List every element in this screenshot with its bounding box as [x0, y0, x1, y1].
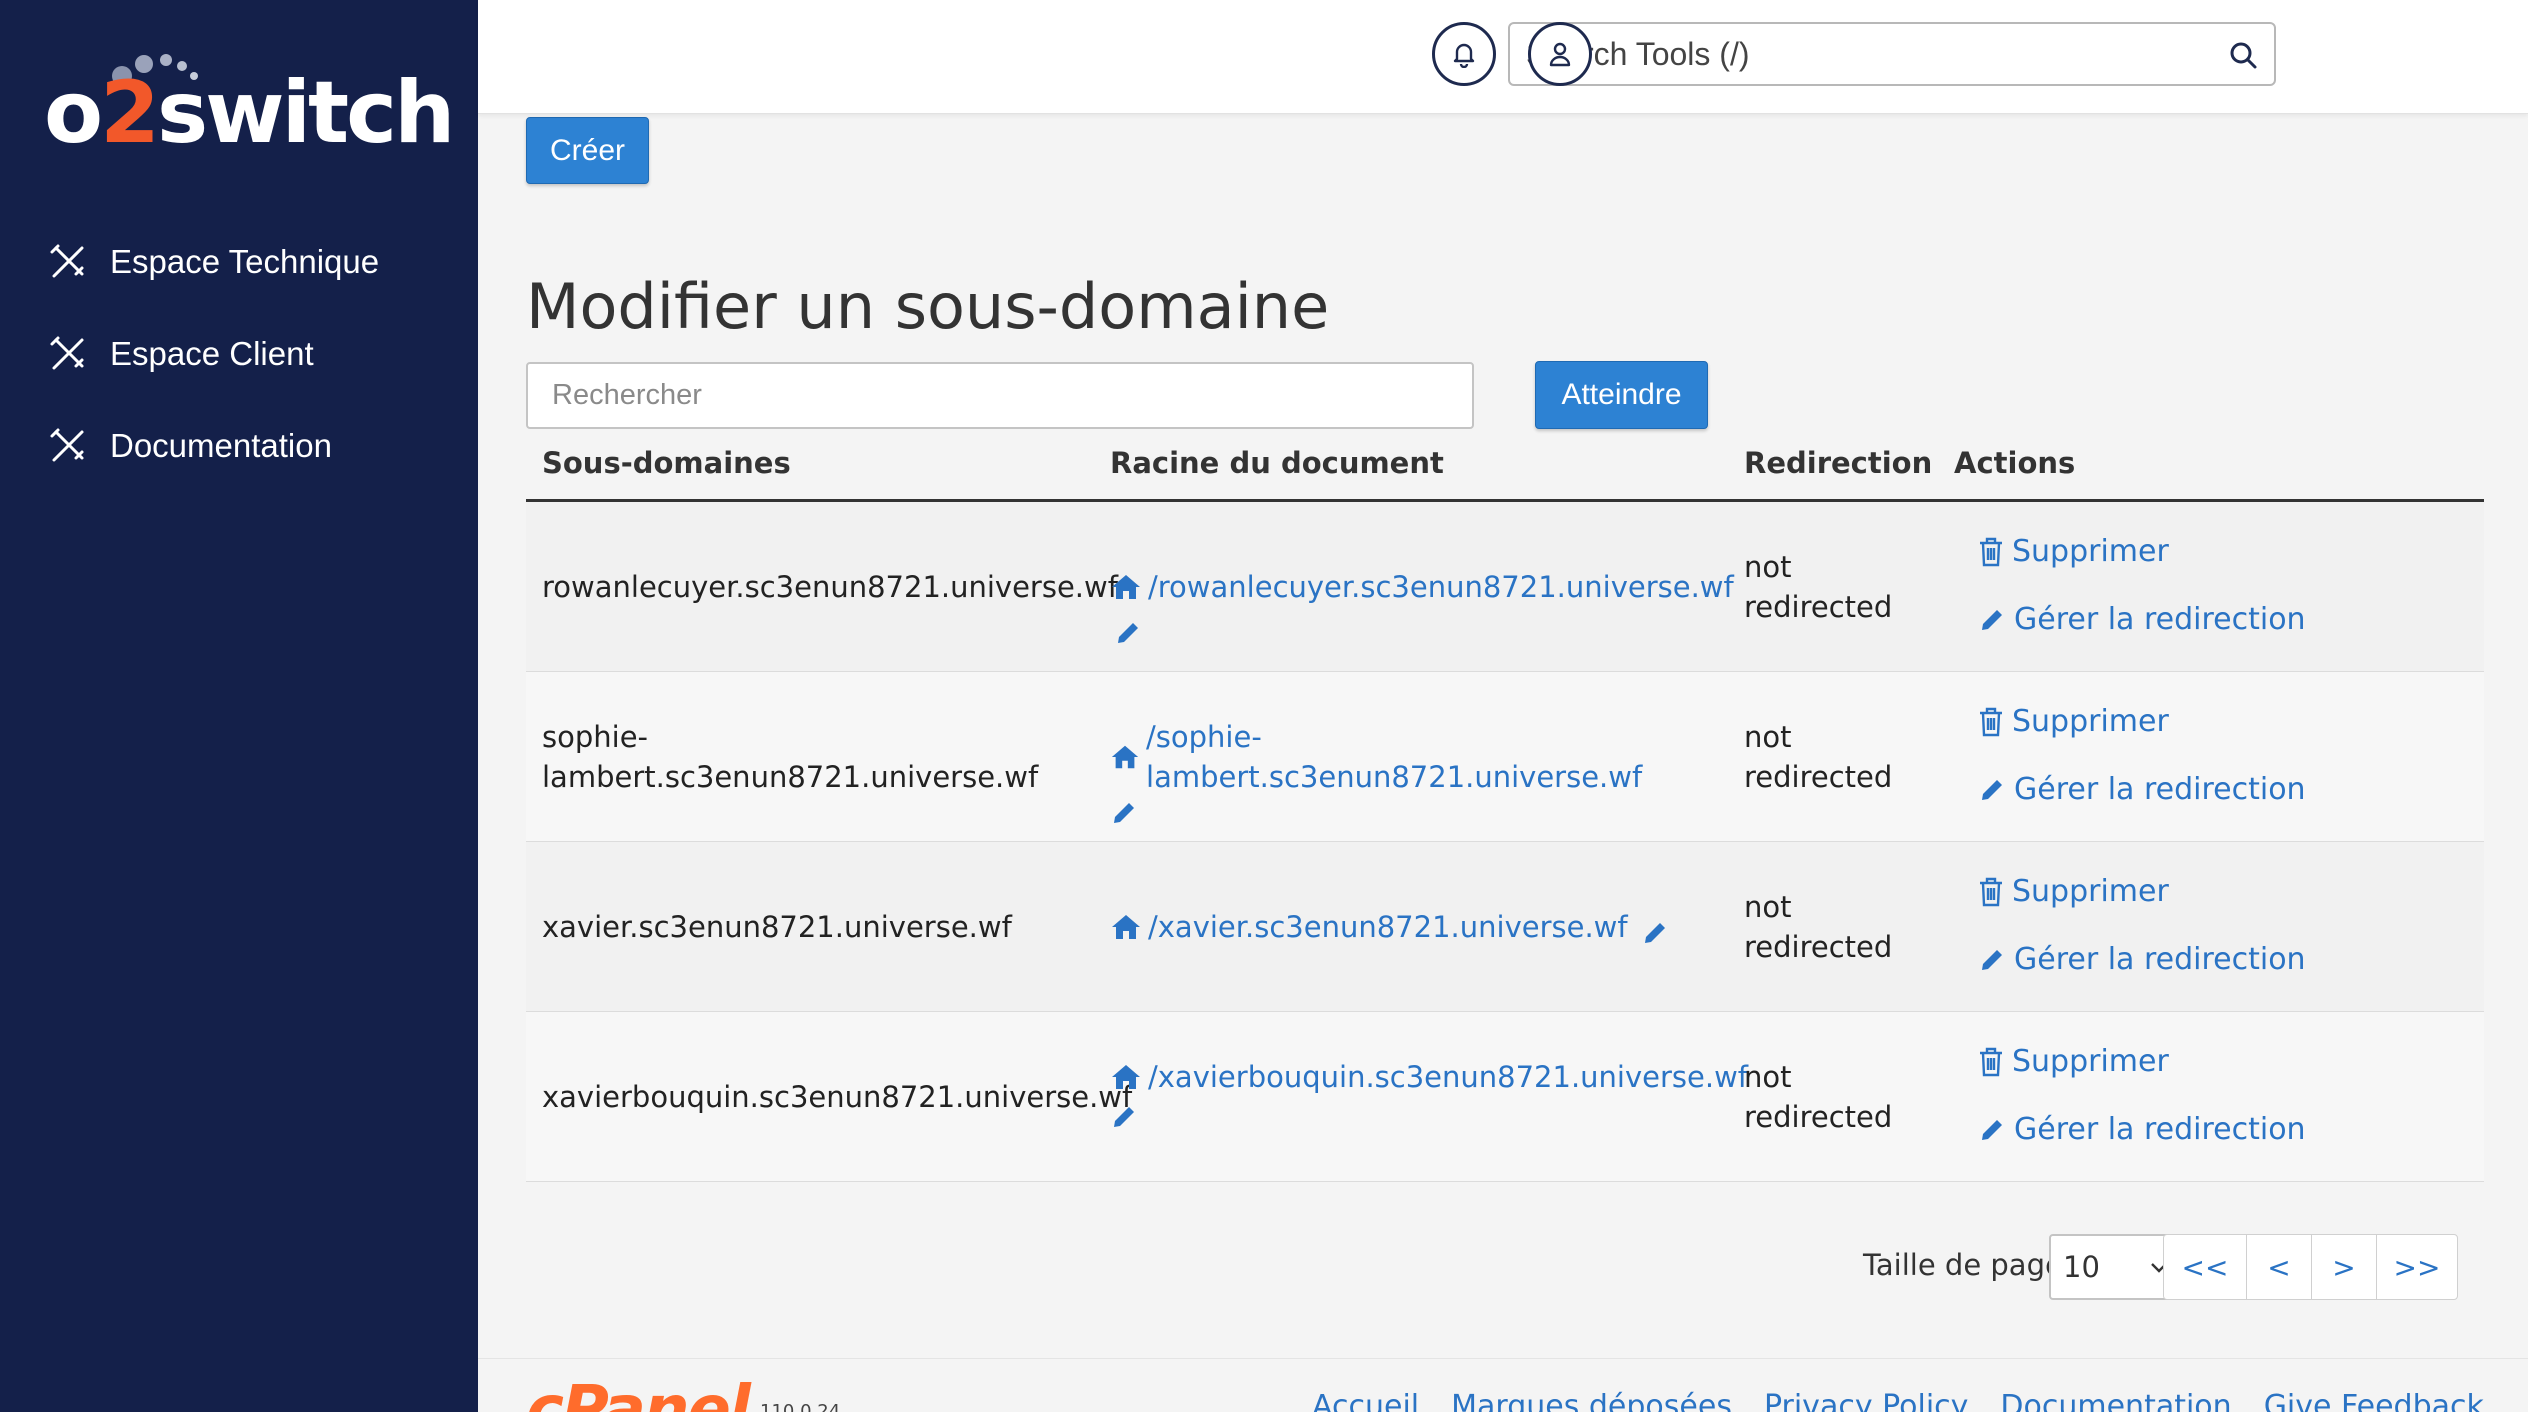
tools-icon [48, 426, 88, 466]
footer-links: Accueil Marques déposées Privacy Policy … [1312, 1389, 2484, 1412]
delete-button[interactable]: Supprimer [1978, 532, 2378, 572]
trash-icon [1980, 707, 2002, 737]
previous-page-button[interactable]: < [2246, 1234, 2312, 1300]
subdomain-search-input[interactable] [526, 362, 1474, 429]
trash-icon [1980, 537, 2002, 567]
pencil-icon [1982, 950, 2002, 970]
subdomain-name: sophie- lambert.sc3enun8721.universe.wf [542, 720, 1039, 794]
actions-cell: Supprimer Gérer la redirection [1978, 532, 2378, 640]
subdomain-name: xavier.sc3enun8721.universe.wf [542, 910, 1012, 944]
manage-redirection-button[interactable]: Gérer la redirection [1978, 1110, 2378, 1150]
document-root-cell: /rowanlecuyer.sc3enun8721.universe.wf [1110, 567, 1734, 651]
cpanel-logo[interactable]: cPanel [526, 1373, 751, 1412]
sidebar-item-documentation[interactable]: Documentation [0, 400, 478, 492]
manage-redirection-button[interactable]: Gérer la redirection [1978, 940, 2378, 980]
logo-wordmark: o2switch [44, 63, 455, 163]
document-root-cell: /sophie-lambert.sc3enun8721.universe.wf [1110, 717, 1720, 837]
pencil-icon [1982, 1120, 2002, 1140]
subdomain-name: xavierbouquin.sc3enun8721.universe.wf [542, 1080, 1133, 1114]
sidebar-item-espace-technique[interactable]: Espace Technique [0, 216, 478, 308]
bell-icon [1453, 43, 1475, 68]
column-header-redirection[interactable]: Redirection [1744, 446, 1932, 480]
go-button[interactable]: Atteindre [1535, 361, 1708, 429]
top-header [478, 0, 2528, 114]
delete-button[interactable]: Supprimer [1978, 872, 2378, 912]
next-page-button[interactable]: > [2311, 1234, 2377, 1300]
redirection-status: not redirected [1744, 550, 1893, 624]
edit-root-pencil-icon[interactable] [1110, 1103, 1138, 1131]
delete-button[interactable]: Supprimer [1978, 702, 2378, 742]
redirection-status: not redirected [1744, 1060, 1893, 1134]
pagination-controls: << < > >> [2163, 1234, 2458, 1300]
create-subdomain-button[interactable]: Créer [526, 117, 649, 184]
delete-button[interactable]: Supprimer [1978, 1042, 2378, 1082]
page-title: Modifier un sous-domaine [526, 270, 1330, 343]
last-page-button[interactable]: >> [2376, 1234, 2458, 1300]
redirection-status: not redirected [1744, 890, 1893, 964]
trash-icon [1980, 877, 2002, 907]
manage-redirection-button[interactable]: Gérer la redirection [1978, 770, 2378, 810]
actions-cell: Supprimer Gérer la redirection [1978, 872, 2378, 980]
tools-icon [48, 242, 88, 282]
sidebar-nav: Espace Technique Espace Client Documenta… [0, 216, 478, 492]
actions-cell: Supprimer Gérer la redirection [1978, 1042, 2378, 1150]
footer-link-documentation[interactable]: Documentation [2000, 1389, 2231, 1412]
document-root-link[interactable]: /sophie-lambert.sc3enun8721.universe.wf [1110, 717, 1720, 797]
subdomain-name: rowanlecuyer.sc3enun8721.universe.wf [542, 570, 1118, 604]
o2switch-logo[interactable]: o2switch [44, 52, 455, 163]
home-icon [1112, 575, 1140, 599]
search-tools-input[interactable] [1526, 25, 2206, 83]
actions-cell: Supprimer Gérer la redirection [1978, 702, 2378, 810]
edit-root-pencil-icon[interactable] [1641, 919, 1669, 947]
redirection-status: not redirected [1744, 720, 1893, 794]
table-header: Sous-domaines Racine du document Redirec… [526, 440, 2484, 502]
footer-link-privacy[interactable]: Privacy Policy [1764, 1389, 1968, 1412]
user-icon [1549, 42, 1571, 67]
column-header-document-root[interactable]: Racine du document [1110, 446, 1444, 480]
search-tools-box [1508, 22, 2276, 86]
column-header-subdomains[interactable]: Sous-domaines [542, 446, 791, 480]
home-icon [1112, 915, 1140, 939]
table-row: sophie- lambert.sc3enun8721.universe.wf … [526, 672, 2484, 842]
first-page-button[interactable]: << [2163, 1234, 2247, 1300]
home-icon [1112, 1065, 1140, 1089]
pencil-icon [1982, 610, 2002, 630]
page-size-select[interactable]: 10 [2049, 1234, 2178, 1300]
cpanel-version: 110.0.24 [760, 1401, 841, 1412]
document-root-cell: /xavier.sc3enun8721.universe.wf [1110, 907, 1720, 951]
pencil-icon [1982, 780, 2002, 800]
document-root-link[interactable]: /rowanlecuyer.sc3enun8721.universe.wf [1110, 567, 1734, 607]
search-icon[interactable] [2228, 40, 2258, 70]
sidebar-item-label: Espace Client [110, 335, 314, 372]
table-row: rowanlecuyer.sc3enun8721.universe.wf /ro… [526, 502, 2484, 672]
footer: cPanel 110.0.24 Accueil Marques déposées… [478, 1358, 2528, 1412]
edit-root-pencil-icon[interactable] [1114, 619, 1142, 647]
edit-root-pencil-icon[interactable] [1110, 799, 1138, 827]
document-root-link[interactable]: /xavier.sc3enun8721.universe.wf [1110, 907, 1628, 947]
table-row: xavier.sc3enun8721.universe.wf /xavier.s… [526, 842, 2484, 1012]
sidebar-item-label: Espace Technique [110, 243, 380, 280]
sidebar: o2switch Espace Technique Espace Client … [0, 0, 478, 1412]
footer-link-home[interactable]: Accueil [1312, 1389, 1419, 1412]
document-root-link[interactable]: /xavierbouquin.sc3enun8721.universe.wf [1110, 1057, 1748, 1097]
subdomains-table: Sous-domaines Racine du document Redirec… [526, 440, 2484, 1182]
table-row: xavierbouquin.sc3enun8721.universe.wf /x… [526, 1012, 2484, 1182]
tools-icon [48, 334, 88, 374]
home-icon [1111, 745, 1139, 769]
trash-icon [1980, 1047, 2002, 1077]
document-root-cell: /xavierbouquin.sc3enun8721.universe.wf [1110, 1057, 1748, 1141]
page-size-label: Taille de page [1863, 1248, 2063, 1282]
footer-link-feedback[interactable]: Give Feedback [2264, 1389, 2484, 1412]
notifications-button[interactable] [1432, 22, 1496, 86]
sidebar-item-espace-client[interactable]: Espace Client [0, 308, 478, 400]
column-header-actions: Actions [1954, 446, 2076, 480]
manage-redirection-button[interactable]: Gérer la redirection [1978, 600, 2378, 640]
user-menu-button[interactable] [1528, 22, 1592, 86]
footer-link-trademarks[interactable]: Marques déposées [1451, 1389, 1732, 1412]
sidebar-item-label: Documentation [110, 427, 332, 464]
